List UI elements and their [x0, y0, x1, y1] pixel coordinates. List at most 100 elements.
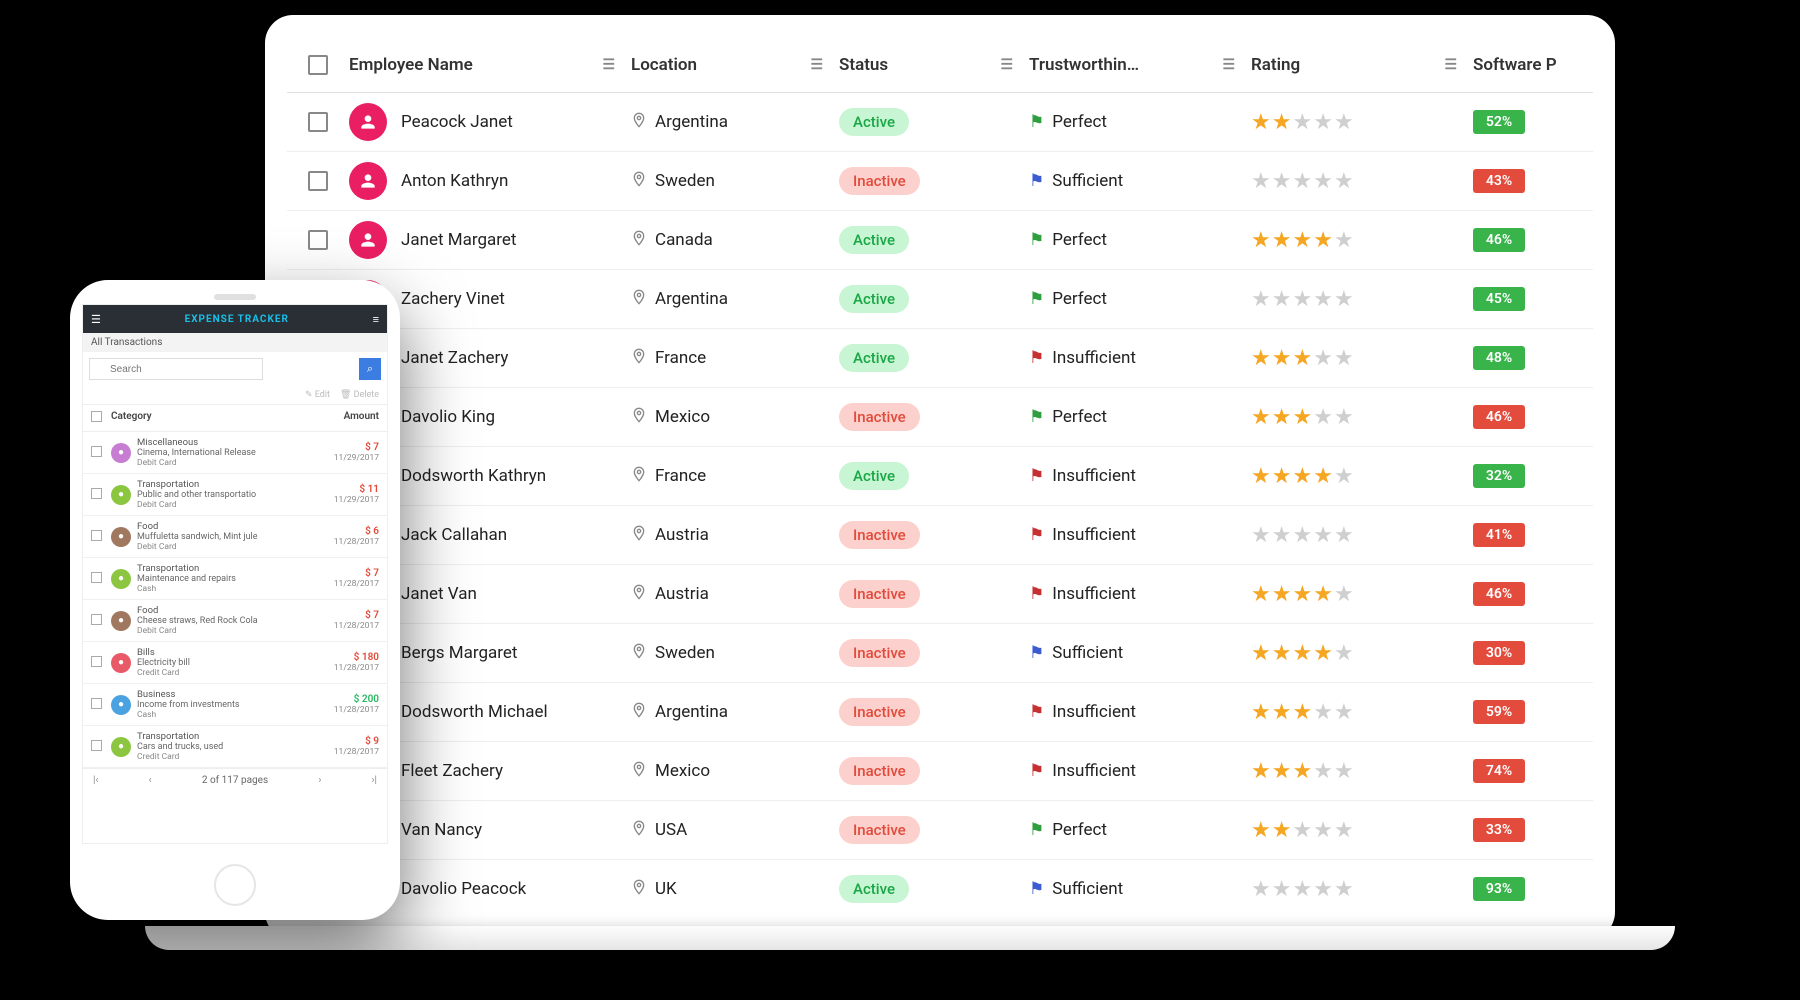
table-row[interactable]: Janet Margaret Canada Active ⚑ Perfect ★… [287, 211, 1593, 270]
transaction-desc: Cheese straws, Red Rock Cola [137, 616, 315, 626]
table-row[interactable]: Davolio King Mexico Inactive ⚑ Perfect ★… [287, 388, 1593, 447]
table-row[interactable]: Dodsworth Michael Argentina Inactive ⚑ I… [287, 683, 1593, 742]
list-item[interactable]: ● Food Muffuletta sandwich, Mint jule De… [83, 516, 387, 558]
pager-first[interactable]: |‹ [93, 775, 98, 786]
filter-icon[interactable]: ☰ [1000, 57, 1013, 73]
grid-body: Peacock Janet Argentina Active ⚑ Perfect… [287, 93, 1593, 917]
phone-col-amount[interactable]: Amount [315, 411, 379, 425]
payment-method: Debit Card [137, 458, 315, 468]
col-header-name[interactable]: Employee Name [349, 55, 473, 75]
menu-icon[interactable]: ☰ [91, 313, 101, 326]
row-checkbox[interactable] [91, 572, 102, 583]
row-checkbox[interactable] [91, 698, 102, 709]
category-icon: ● [111, 485, 131, 505]
location-text: Canada [655, 230, 713, 250]
rating-stars[interactable]: ★★★★★ [1251, 110, 1355, 135]
more-icon[interactable]: ≡ [373, 313, 379, 326]
rating-stars[interactable]: ★★★★★ [1251, 700, 1355, 725]
rating-stars[interactable]: ★★★★★ [1251, 405, 1355, 430]
row-checkbox[interactable] [91, 656, 102, 667]
table-row[interactable]: Jack Callahan Austria Inactive ⚑ Insuffi… [287, 506, 1593, 565]
row-checkbox[interactable] [91, 446, 102, 457]
list-item[interactable]: ● Bills Electricity bill Credit Card $ 1… [83, 642, 387, 684]
table-row[interactable]: Janet Zachery France Active ⚑ Insufficie… [287, 329, 1593, 388]
filter-icon[interactable]: ☰ [1222, 57, 1235, 73]
flag-icon: ⚑ [1029, 407, 1044, 427]
location-text: Mexico [655, 761, 710, 781]
search-button[interactable]: ⌕ [359, 358, 381, 380]
table-row[interactable]: Anton Kathryn Sweden Inactive ⚑ Sufficie… [287, 152, 1593, 211]
rating-stars[interactable]: ★★★★★ [1251, 287, 1355, 312]
pager-prev[interactable]: ‹ [149, 775, 152, 786]
rating-stars[interactable]: ★★★★★ [1251, 818, 1355, 843]
status-badge: Active [839, 344, 909, 372]
category-name: Transportation [137, 563, 315, 574]
flag-icon: ⚑ [1029, 702, 1044, 722]
table-row[interactable]: Davolio Peacock UK Active ⚑ Sufficient ★… [287, 860, 1593, 917]
amount: $ 7 [315, 610, 379, 621]
filter-icon[interactable]: ☰ [1444, 57, 1457, 73]
rating-stars[interactable]: ★★★★★ [1251, 759, 1355, 784]
delete-button[interactable]: 🗑 Delete [340, 390, 379, 400]
phone-home-button[interactable] [214, 864, 256, 906]
rating-stars[interactable]: ★★★★★ [1251, 464, 1355, 489]
phone-table-body: ● Miscellaneous Cinema, International Re… [83, 432, 387, 768]
col-header-rating[interactable]: Rating [1251, 55, 1300, 75]
select-all-checkbox[interactable] [308, 55, 328, 75]
rating-stars[interactable]: ★★★★★ [1251, 346, 1355, 371]
employee-name: Jack Callahan [401, 525, 507, 545]
list-item[interactable]: ● Food Cheese straws, Red Rock Cola Debi… [83, 600, 387, 642]
col-header-status[interactable]: Status [839, 55, 888, 75]
table-row[interactable]: Dodsworth Kathryn France Active ⚑ Insuff… [287, 447, 1593, 506]
phone-select-all[interactable] [91, 411, 102, 422]
col-header-trust[interactable]: Trustworthin… [1029, 55, 1139, 75]
phone-col-category[interactable]: Category [111, 411, 315, 425]
rating-stars[interactable]: ★★★★★ [1251, 877, 1355, 902]
table-row[interactable]: Fleet Zachery Mexico Inactive ⚑ Insuffic… [287, 742, 1593, 801]
col-header-location[interactable]: Location [631, 55, 697, 75]
location-pin-icon [631, 820, 647, 841]
flag-icon: ⚑ [1029, 643, 1044, 663]
rating-stars[interactable]: ★★★★★ [1251, 169, 1355, 194]
table-row[interactable]: Peacock Janet Argentina Active ⚑ Perfect… [287, 93, 1593, 152]
rating-stars[interactable]: ★★★★★ [1251, 523, 1355, 548]
row-checkbox[interactable] [308, 171, 328, 191]
table-row[interactable]: Van Nancy USA Inactive ⚑ Perfect ★★★★★ 3… [287, 801, 1593, 860]
table-row[interactable]: Zachery Vinet Argentina Active ⚑ Perfect… [287, 270, 1593, 329]
category-name: Miscellaneous [137, 437, 315, 448]
pager-last[interactable]: ›| [372, 775, 377, 786]
col-header-software[interactable]: Software P [1473, 55, 1557, 75]
status-badge: Inactive [839, 521, 920, 549]
filter-icon[interactable]: ☰ [602, 57, 615, 73]
table-row[interactable]: Janet Van Austria Inactive ⚑ Insufficien… [287, 565, 1593, 624]
list-item[interactable]: ● Miscellaneous Cinema, International Re… [83, 432, 387, 474]
location-pin-icon [631, 643, 647, 664]
list-item[interactable]: ● Transportation Maintenance and repairs… [83, 558, 387, 600]
search-input[interactable] [89, 358, 263, 380]
rating-stars[interactable]: ★★★★★ [1251, 582, 1355, 607]
list-item[interactable]: ● Transportation Public and other transp… [83, 474, 387, 516]
rating-stars[interactable]: ★★★★★ [1251, 228, 1355, 253]
category-icon: ● [111, 527, 131, 547]
trust-text: Insufficient [1052, 584, 1136, 604]
row-checkbox[interactable] [91, 740, 102, 751]
row-checkbox[interactable] [91, 488, 102, 499]
transaction-date: 11/28/2017 [315, 663, 379, 673]
pager-next[interactable]: › [318, 775, 321, 786]
payment-method: Credit Card [137, 752, 315, 762]
rating-stars[interactable]: ★★★★★ [1251, 641, 1355, 666]
location-text: France [655, 466, 706, 486]
row-checkbox[interactable] [308, 112, 328, 132]
list-item[interactable]: ● Transportation Cars and trucks, used C… [83, 726, 387, 768]
list-item[interactable]: ● Business Income from investments Cash … [83, 684, 387, 726]
filter-icon[interactable]: ☰ [810, 57, 823, 73]
transaction-date: 11/28/2017 [315, 537, 379, 547]
phone-table-header: Category Amount [83, 405, 387, 432]
software-badge: 33% [1473, 818, 1525, 842]
table-row[interactable]: Bergs Margaret Sweden Inactive ⚑ Suffici… [287, 624, 1593, 683]
transaction-desc: Public and other transportatio [137, 490, 315, 500]
row-checkbox[interactable] [91, 530, 102, 541]
edit-button[interactable]: ✎ Edit [305, 390, 330, 400]
row-checkbox[interactable] [91, 614, 102, 625]
row-checkbox[interactable] [308, 230, 328, 250]
